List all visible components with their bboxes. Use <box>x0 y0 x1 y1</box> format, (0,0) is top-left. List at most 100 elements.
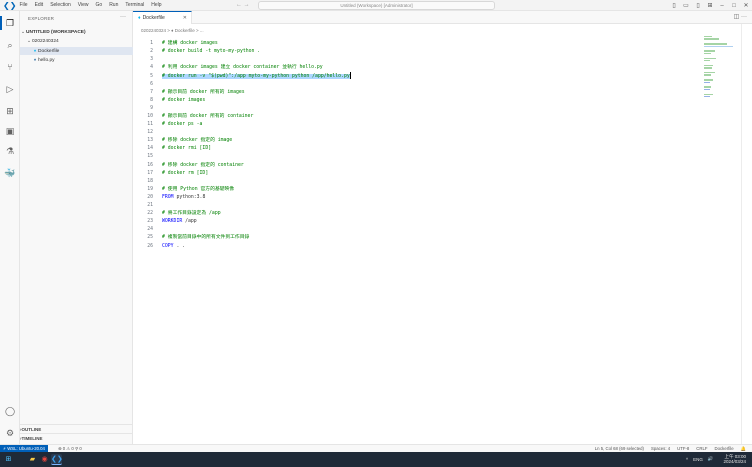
run-debug-icon[interactable]: ▷ <box>4 83 16 95</box>
code-line[interactable]: 11 # docker ps -a <box>133 121 693 129</box>
close-window-icon[interactable]: ✕ <box>740 2 752 9</box>
code-line[interactable]: 5 # docker run -v "$(pwd)":/app myto-my-p… <box>133 72 693 80</box>
status-bar: ⚡ WSL: Ubuntu-20.04 ⊗ 0 ⚠ 0 ⚲ 0 Ln 5, Co… <box>0 444 752 452</box>
source-control-icon[interactable]: ⑂ <box>4 61 16 73</box>
language-mode[interactable]: Dockerfile <box>715 445 734 452</box>
notifications-bell-icon[interactable]: 🔔 <box>741 445 746 452</box>
code-line[interactable]: 2 # docker build -t myto-my-python . <box>133 48 693 56</box>
menu-selection[interactable]: Selection <box>47 0 75 11</box>
code-line[interactable]: 6 <box>133 81 693 89</box>
line-number: 11 <box>147 122 153 127</box>
minimap-line <box>704 74 712 76</box>
file-row-hello-py[interactable]: ♦ hello.py <box>20 56 133 64</box>
minimap-line <box>704 81 710 83</box>
workspace-row[interactable]: ⌄UNTITLED (WORKSPACE) <box>20 29 133 37</box>
input-language[interactable]: ENG <box>693 457 703 462</box>
code-line[interactable]: 26 COPY . . <box>133 243 693 251</box>
command-center-label: Untitled (Workspace) [Administrator] <box>340 3 413 8</box>
code-line[interactable]: 17 # docker rm [ID] <box>133 170 693 178</box>
code-line[interactable]: 20 FROM python:3.8 <box>133 194 693 202</box>
problems-indicator[interactable]: ⊗ 0 ⚠ 0 ⚲ 0 <box>58 445 82 452</box>
timeline-section[interactable]: ›TIMELINE <box>20 433 133 442</box>
explorer-icon[interactable]: ❐ <box>4 17 16 29</box>
code-text: # 顯示目前 docker 所有的 container <box>162 113 254 119</box>
encoding[interactable]: UTF-8 <box>677 445 689 452</box>
indentation[interactable]: Spaces: 4 <box>651 445 670 452</box>
line-ending[interactable]: CRLF <box>696 445 707 452</box>
extensions-icon[interactable]: ⊞ <box>4 105 16 117</box>
code-line[interactable]: 18 <box>133 178 693 186</box>
layout-customize-icon[interactable]: ⊞ <box>704 2 716 9</box>
outline-section[interactable]: ›OUTLINE <box>20 424 133 433</box>
code-line[interactable]: 23 WORKDIR /app <box>133 218 693 226</box>
file-row-dockerfile[interactable]: ♦ Dockerfile <box>20 47 133 55</box>
code-text: # docker rmi [ID] <box>162 146 212 152</box>
menu-edit[interactable]: Edit <box>31 0 47 11</box>
menu-help[interactable]: Help <box>148 0 165 11</box>
file-explorer-icon[interactable]: ▰ <box>27 454 38 465</box>
layout-panel-icon[interactable]: ▭ <box>680 2 692 9</box>
testing-icon[interactable]: ⚗ <box>4 145 16 157</box>
code-line[interactable]: 21 <box>133 202 693 210</box>
code-line[interactable]: 13 # 移除 docker 指定的 image <box>133 137 693 145</box>
code-line[interactable]: 22 # 將工作目錄設定為 /app <box>133 210 693 218</box>
line-number: 10 <box>147 113 153 119</box>
windows-start-icon[interactable]: ⊞ <box>3 454 14 465</box>
remote-indicator[interactable]: ⚡ WSL: Ubuntu-20.04 <box>0 445 48 452</box>
code-text: # 複製當前目錄中的所有文件到工作目錄 <box>162 235 250 241</box>
minimap-line <box>704 38 720 40</box>
menu-go[interactable]: Go <box>92 0 106 11</box>
menu-run[interactable]: Run <box>106 0 122 11</box>
code-text: # docker images <box>162 97 206 103</box>
search-icon[interactable]: ⌕ <box>4 39 16 51</box>
nav-arrows-icon[interactable]: ← → <box>236 1 250 10</box>
code-line[interactable]: 15 <box>133 153 693 161</box>
code-editor[interactable]: 1 # 建構 docker images 2 # docker build -t my… <box>133 36 693 444</box>
remote-explorer-icon[interactable]: ▣ <box>4 125 16 137</box>
account-icon[interactable]: ◯ <box>4 405 16 417</box>
breadcrumb[interactable]: 0202240324 > ♦ Dockerfile > ... <box>141 28 204 33</box>
cursor-position[interactable]: Ln 5, Col 68 (69 selected) <box>595 445 644 452</box>
tab-dockerfile[interactable]: ♦ Dockerfile ✕ <box>133 11 192 24</box>
chrome-icon[interactable]: ◉ <box>39 454 50 465</box>
tray-overflow-icon[interactable]: ^ <box>686 457 688 462</box>
code-line[interactable]: 19 # 使用 Python 官方的基礎映像 <box>133 186 693 194</box>
close-tab-icon[interactable]: ✕ <box>183 12 187 24</box>
command-center-search[interactable]: Untitled (Workspace) [Administrator] <box>258 1 495 10</box>
vscode-taskbar-icon[interactable]: ❮❯ <box>51 454 63 465</box>
code-line[interactable]: 4 # 利用 docker images 建立 docker container … <box>133 64 693 72</box>
code-line[interactable]: 1 # 建構 docker images <box>133 40 693 48</box>
code-line[interactable]: 14 # docker rmi [ID] <box>133 145 693 153</box>
code-line[interactable]: 25 # 複製當前目錄中的所有文件到工作目錄 <box>133 234 693 242</box>
manage-gear-icon[interactable]: ⚙ <box>4 427 16 439</box>
minimize-icon[interactable]: – <box>716 3 728 9</box>
timeline-label: TIMELINE <box>21 436 43 441</box>
minimap-line <box>704 60 711 62</box>
maximize-icon[interactable]: □ <box>728 3 740 9</box>
vscode-logo-icon: ❮❯ <box>3 0 17 10</box>
code-text: # 利用 docker images 建立 docker container 並… <box>162 65 323 71</box>
minimap[interactable] <box>698 36 738 116</box>
split-editor-icon[interactable]: ◫ ··· <box>734 13 747 20</box>
more-actions-icon[interactable]: ··· <box>120 14 126 20</box>
folder-row[interactable]: ⌄0202240324 <box>20 38 133 46</box>
code-line[interactable]: 9 <box>133 105 693 113</box>
code-line[interactable]: 16 # 移除 docker 指定的 container <box>133 162 693 170</box>
editor-scrollbar[interactable] <box>741 24 747 444</box>
code-line[interactable]: 7 # 顯示目前 docker 所有的 images <box>133 89 693 97</box>
menu-file[interactable]: File <box>16 0 31 11</box>
menu-view[interactable]: View <box>74 0 92 11</box>
code-line[interactable]: 10 # 顯示目前 docker 所有的 container <box>133 113 693 121</box>
docker-icon[interactable]: 🐳 <box>4 167 16 179</box>
layout-sidebar-icon[interactable]: ▯ <box>668 2 680 9</box>
selected-text: # docker run -v "$(pwd)":/app myto-my-py… <box>162 74 350 80</box>
code-line[interactable]: 8 # docker images <box>133 97 693 105</box>
layout-secondary-icon[interactable]: ▯ <box>692 2 704 9</box>
code-line[interactable]: 24 <box>133 226 693 234</box>
menu-terminal[interactable]: Terminal <box>122 0 148 11</box>
code-line[interactable]: 3 <box>133 56 693 64</box>
clock[interactable]: 上午 03:00 2024/03/24 <box>718 454 746 464</box>
minimap-line <box>704 72 716 74</box>
code-line[interactable]: 12 <box>133 129 693 137</box>
volume-icon[interactable]: 🔊 <box>708 456 714 462</box>
